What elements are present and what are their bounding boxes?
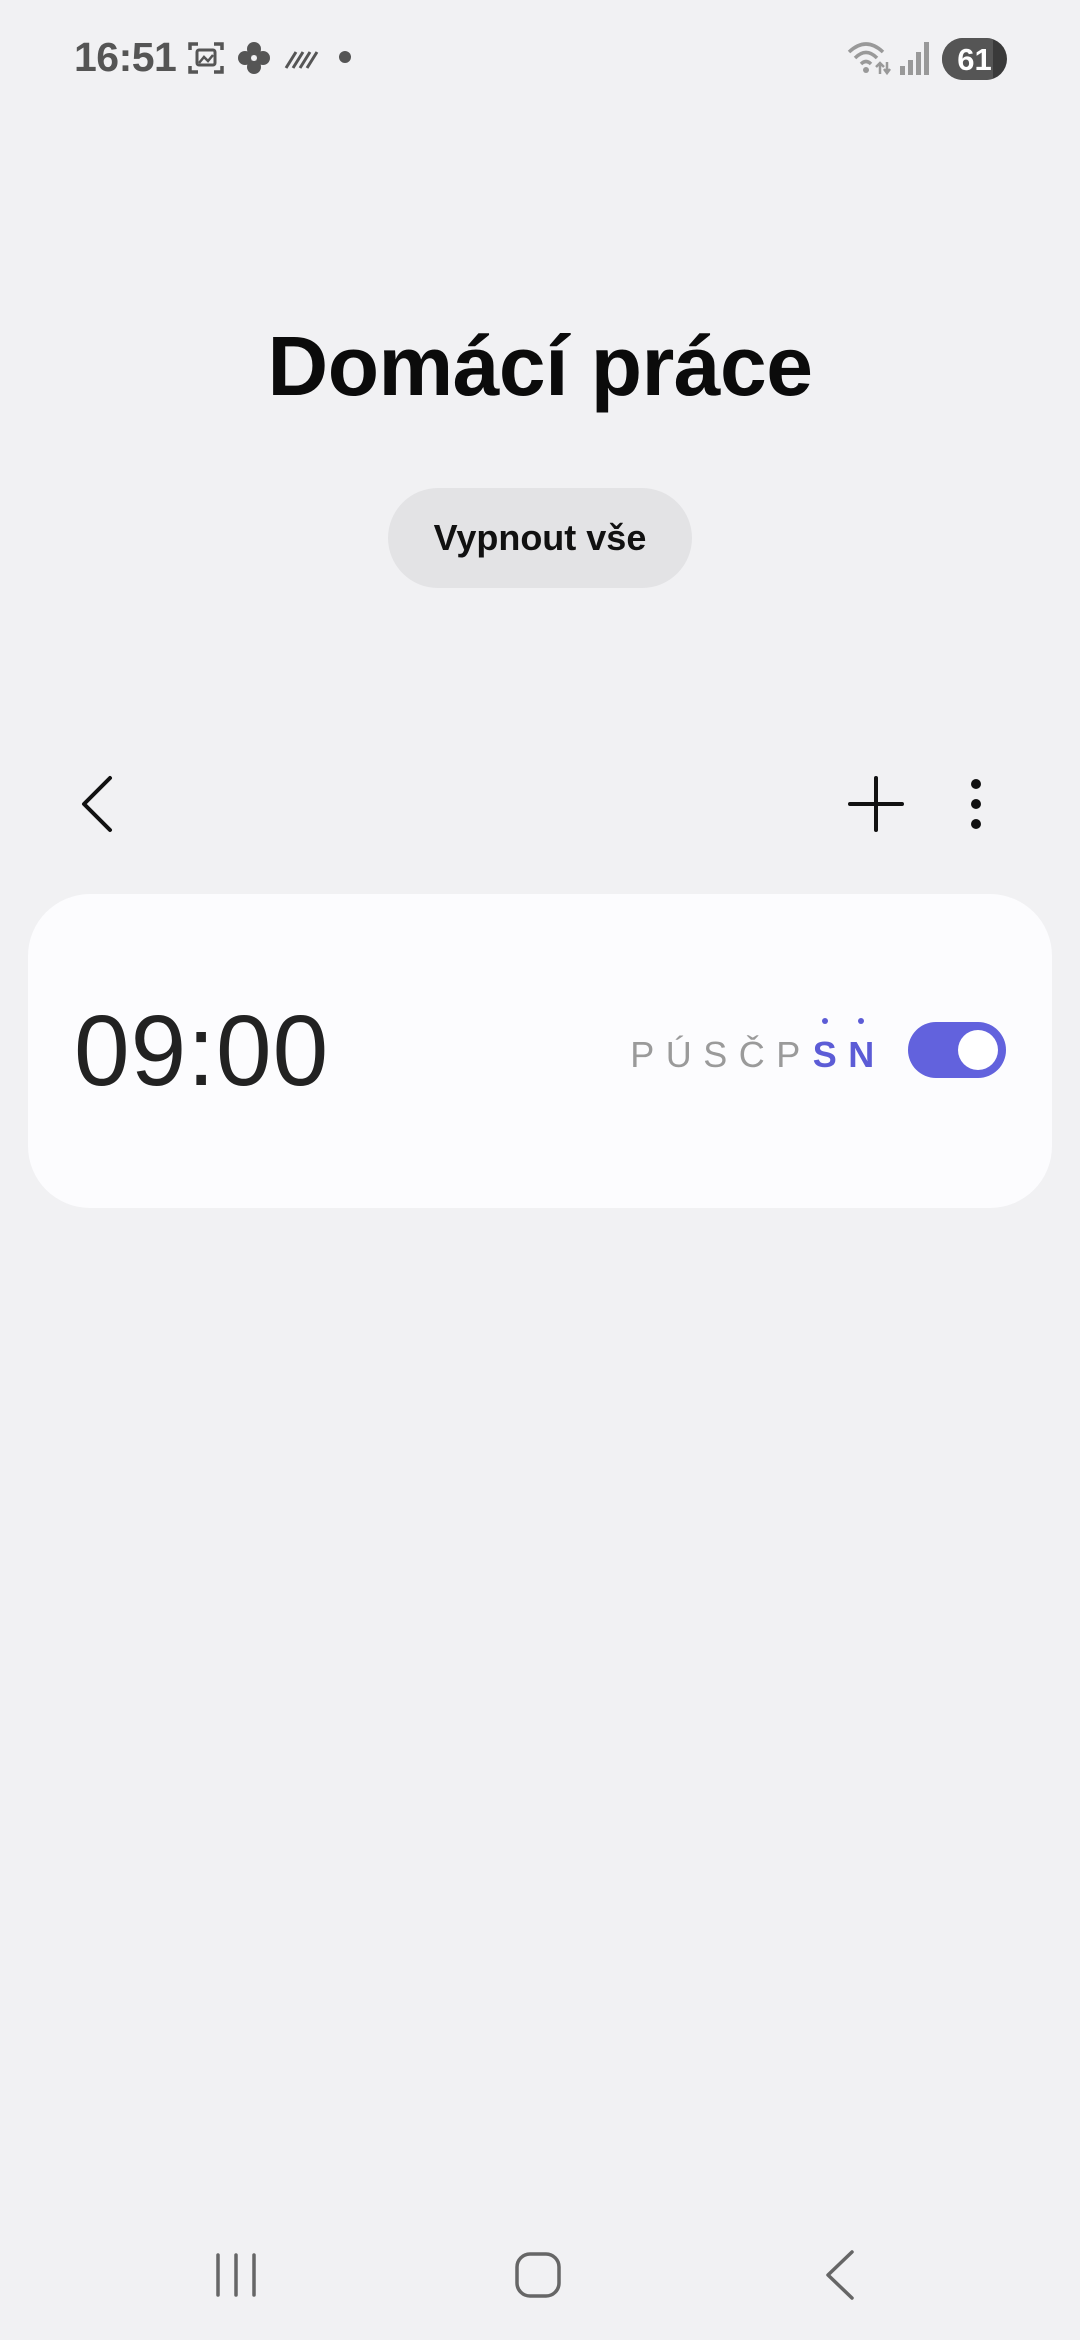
status-time: 16:51 bbox=[74, 34, 177, 80]
back-nav-icon bbox=[826, 2250, 854, 2300]
alarm-repeat-days: P Ú S Č P S N bbox=[624, 1018, 880, 1094]
alarm-toggle[interactable] bbox=[908, 1022, 1006, 1078]
day-wednesday: S bbox=[703, 1034, 728, 1075]
page-title: Domácí práce bbox=[267, 319, 813, 413]
day-sunday: N bbox=[843, 1018, 880, 1094]
day-monday: P bbox=[630, 1034, 655, 1075]
more-icon bbox=[971, 779, 981, 829]
alarm-group-screen: 16:51 61 Domácí práce Vypnout vše 09:00 … bbox=[0, 0, 1080, 2340]
wifi-icon bbox=[847, 42, 891, 76]
battery-indicator: 61 bbox=[942, 38, 1007, 80]
more-options-button[interactable] bbox=[946, 766, 1006, 842]
back-button[interactable] bbox=[60, 766, 136, 842]
day-tuesday: Ú bbox=[665, 1034, 692, 1075]
battery-percentage: 61 bbox=[957, 42, 992, 77]
home-icon bbox=[515, 2252, 561, 2298]
notification-dot-icon bbox=[339, 51, 351, 63]
signal-icon bbox=[900, 42, 929, 75]
alarm-card[interactable]: 09:00 P Ú S Č P S N bbox=[28, 894, 1052, 1208]
day-friday: P bbox=[776, 1034, 801, 1075]
alarm-time: 09:00 bbox=[74, 995, 330, 1107]
recents-button[interactable] bbox=[196, 2240, 276, 2310]
day-thursday: Č bbox=[738, 1034, 765, 1075]
turn-off-all-button[interactable]: Vypnout vše bbox=[388, 488, 692, 588]
toggle-knob bbox=[958, 1030, 998, 1070]
back-icon bbox=[82, 776, 112, 832]
day-saturday: S bbox=[807, 1018, 844, 1094]
nav-back-button[interactable] bbox=[800, 2240, 880, 2310]
add-icon bbox=[848, 776, 904, 832]
screenshot-icon bbox=[188, 42, 224, 74]
add-alarm-button[interactable] bbox=[836, 766, 916, 842]
home-button[interactable] bbox=[498, 2240, 578, 2310]
recents-icon bbox=[216, 2253, 256, 2297]
pinwheel-icon bbox=[238, 42, 270, 74]
status-bar: 16:51 61 bbox=[0, 0, 1080, 120]
nfc-icon bbox=[284, 51, 319, 69]
